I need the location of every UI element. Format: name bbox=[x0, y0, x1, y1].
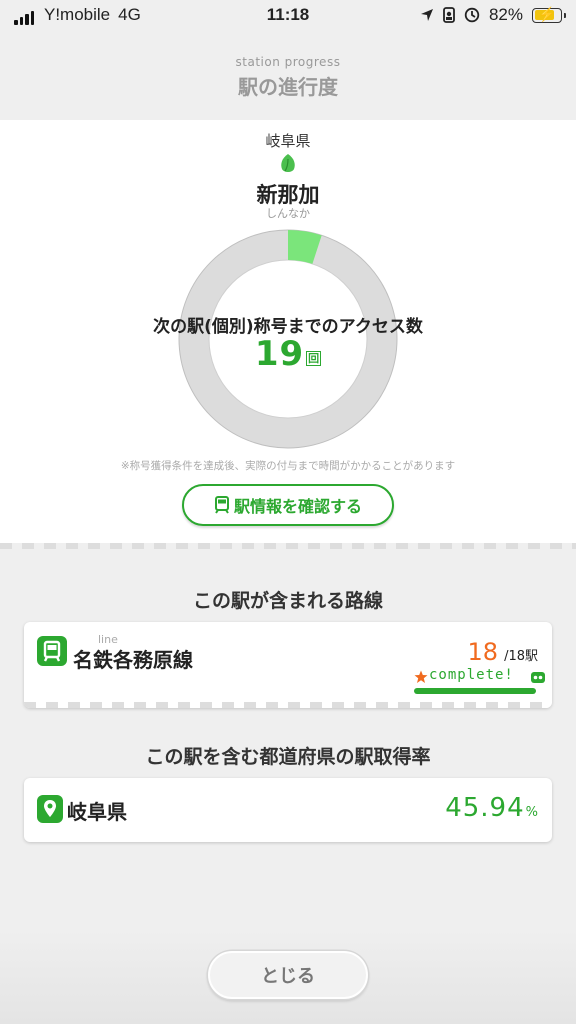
line-station-count: 18/18駅 bbox=[468, 638, 538, 666]
card-stripe bbox=[24, 702, 552, 708]
mascot-icon bbox=[531, 672, 545, 683]
alarm-icon bbox=[464, 7, 480, 23]
station-info-button[interactable]: 駅情報を確認する bbox=[182, 484, 394, 526]
acquisition-rate-value: 45.94 bbox=[445, 793, 525, 823]
complete-bar bbox=[414, 688, 536, 694]
location-arrow-icon bbox=[420, 9, 433, 21]
section-divider bbox=[0, 543, 576, 549]
station-info-label: 駅情報を確認する bbox=[233, 497, 362, 516]
battery-icon: ⚡ bbox=[532, 6, 566, 23]
page-header: station progress 駅の進行度 bbox=[0, 32, 576, 120]
train-icon bbox=[37, 636, 67, 666]
prefecture-name: 岐阜県 bbox=[67, 800, 127, 824]
acquisition-note: ※称号獲得条件を達成後、実際の付与まで時間がかかることがあります bbox=[120, 460, 456, 472]
map-pin-icon bbox=[37, 795, 63, 823]
battery-percent: 82% bbox=[488, 5, 523, 24]
station-progress-card: 岐阜県 新那加 しんなか 次の駅(個別)称号までのアクセス数 19 回 ※称号獲得… bbox=[0, 120, 576, 546]
complete-label: complete! bbox=[429, 667, 514, 683]
acquisition-rate-unit: % bbox=[525, 805, 538, 820]
train-icon bbox=[214, 496, 229, 514]
page-subtitle: station progress bbox=[235, 55, 341, 69]
line-name: 名鉄各務原線 bbox=[73, 648, 193, 672]
page-title: 駅の進行度 bbox=[238, 75, 338, 99]
close-button[interactable]: とじる bbox=[208, 951, 368, 999]
prefecture-card[interactable]: 岐阜県 45.94% bbox=[24, 778, 552, 842]
access-count-unit: 回 bbox=[306, 351, 322, 366]
station-prefecture: 岐阜県 bbox=[265, 132, 311, 150]
status-right: 82% ⚡ bbox=[420, 5, 566, 25]
access-count-value: 19 bbox=[254, 334, 305, 374]
line-total-count: /18駅 bbox=[504, 649, 538, 664]
station-reading: しんなか bbox=[266, 207, 310, 220]
star-icon bbox=[414, 670, 428, 683]
acquisition-rate: 45.94% bbox=[445, 793, 538, 823]
line-card[interactable]: line 名鉄各務原線 18/18駅 complete! bbox=[24, 622, 552, 708]
status-bar: Y!mobile 4G 11:18 82% ⚡ bbox=[0, 0, 576, 32]
complete-badge: complete! bbox=[414, 667, 546, 694]
access-count: 19 回 bbox=[0, 334, 576, 374]
orientation-lock-icon bbox=[443, 7, 455, 23]
leaf-icon bbox=[281, 154, 295, 172]
progress-ring-fill bbox=[287, 230, 322, 265]
lines-section-title: この駅が含まれる路線 bbox=[192, 590, 383, 612]
line-acquired-count: 18 bbox=[467, 638, 499, 666]
prefecture-section-title: この駅を含む都道府県の駅取得率 bbox=[145, 746, 431, 768]
